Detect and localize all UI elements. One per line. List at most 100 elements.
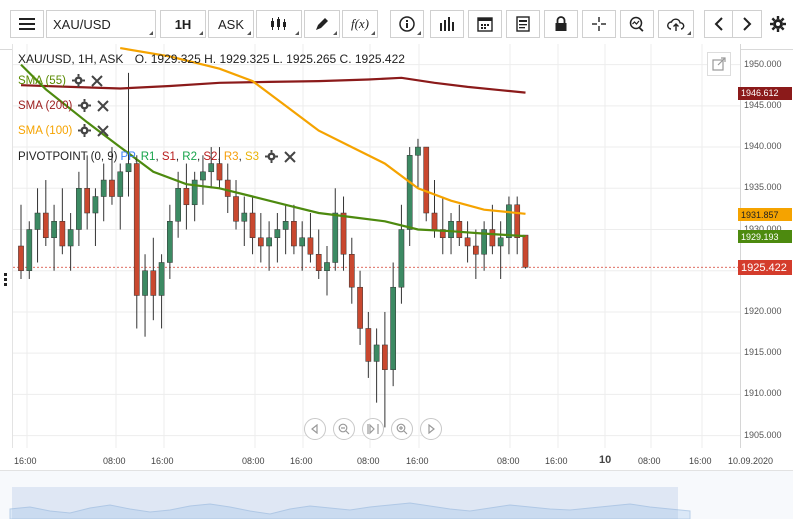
zoom-in-icon: [396, 423, 408, 435]
time-tick-label: 08:00: [242, 456, 265, 466]
candle-body: [415, 146, 421, 156]
gear-icon[interactable]: [265, 150, 279, 163]
candle-body: [506, 204, 512, 239]
time-tick-label: 16:00: [689, 456, 712, 466]
gear-icon[interactable]: [78, 124, 92, 137]
scroll-right-button[interactable]: [732, 10, 762, 38]
scroll-forward-button[interactable]: [420, 418, 442, 440]
instrument-line: XAU/USD, 1H, ASK: [18, 52, 124, 66]
candle-body: [514, 204, 521, 239]
popout-button[interactable]: [707, 52, 731, 76]
lock-button[interactable]: [544, 10, 578, 38]
time-tick-label: 10: [599, 454, 612, 466]
indicator-pivotpoint[interactable]: PIVOTPOINT (0, 9) PP, R1, S1, R2, S2, R3…: [18, 150, 296, 163]
menu-button[interactable]: [10, 10, 44, 38]
pivot-levels: PP, R1, S1, R2, S2, R3, S3: [120, 151, 259, 163]
time-tick-label: 08:00: [497, 456, 520, 466]
timeframe-label: 1H: [174, 16, 192, 32]
candle-body: [109, 179, 115, 197]
reset-view-button[interactable]: [362, 418, 384, 440]
candle-body: [200, 171, 206, 181]
candle-body: [241, 212, 248, 222]
indicator-sma55[interactable]: SMA (55): [18, 74, 103, 87]
volume-button[interactable]: [430, 10, 464, 38]
candle-body: [84, 188, 91, 214]
candle-body: [67, 229, 74, 247]
zoom-out-button[interactable]: [333, 418, 355, 440]
candle-body: [133, 163, 140, 296]
calendar-icon: [477, 17, 493, 32]
zoom-out-icon: [338, 423, 350, 435]
candle-body: [150, 270, 157, 296]
time-tick-label: 16:00: [545, 456, 568, 466]
drawing-tools-button[interactable]: [304, 10, 340, 38]
gear-icon[interactable]: [78, 99, 92, 112]
gear-icon[interactable]: [71, 74, 85, 87]
pane-resize-handle[interactable]: [4, 272, 8, 288]
candlestick-chart[interactable]: [13, 44, 740, 448]
zoom-button[interactable]: [620, 10, 654, 38]
price-axis[interactable]: 1950.000 1945.000 1940.000 1935.000 1930.000…: [740, 44, 793, 448]
upload-button[interactable]: [658, 10, 694, 38]
navigator-selection[interactable]: [12, 487, 678, 519]
scroll-back-button[interactable]: [304, 418, 326, 440]
close-icon[interactable]: [97, 124, 110, 137]
settings-button[interactable]: [766, 10, 790, 38]
pivot-level-label: S3: [244, 150, 260, 163]
news-button[interactable]: [506, 10, 540, 38]
time-tick-label: 16:00: [151, 456, 174, 466]
candle-body: [299, 237, 306, 247]
function-icon: f(x): [350, 16, 370, 31]
price-tick-label: 1950.000: [744, 58, 782, 69]
zoom-in-button[interactable]: [391, 418, 413, 440]
candle-body: [423, 146, 430, 214]
pivot-level-label: R2: [182, 150, 197, 163]
candle-body: [117, 171, 124, 197]
indicator-sma100[interactable]: SMA (100): [18, 124, 110, 137]
crosshair-button[interactable]: [582, 10, 616, 38]
candle-body: [431, 212, 438, 230]
candle-body: [315, 253, 322, 271]
lock-icon: [555, 16, 567, 31]
indicator-label: SMA (200): [18, 99, 73, 112]
candle-body: [208, 163, 215, 173]
indicator-label: SMA (55): [18, 74, 66, 87]
navigator-overview[interactable]: [0, 471, 793, 519]
candle-body: [257, 237, 264, 247]
candle-body: [373, 344, 380, 362]
indicators-button[interactable]: f(x): [342, 10, 378, 38]
reset-icon: [367, 423, 379, 435]
price-tag: 1929.193: [738, 230, 792, 244]
time-axis[interactable]: 16:00 08:00 16:00 08:00 16:00 08:00 16:00 08:00…: [12, 448, 793, 468]
chart-toolbar: XAU/USD 1H ASK f(x): [0, 0, 793, 50]
info-button[interactable]: [390, 10, 424, 38]
indicator-sma200[interactable]: SMA (200): [18, 99, 110, 112]
close-icon[interactable]: [97, 99, 110, 112]
navigator-pane[interactable]: [0, 470, 793, 519]
candle-body: [340, 212, 347, 255]
candle-body: [282, 221, 289, 230]
price-tick-label: 1915.000: [744, 347, 782, 358]
pivot-level-label: R1: [140, 150, 156, 163]
indicator-label: PIVOTPOINT (0, 9): [18, 150, 118, 163]
close-icon[interactable]: [284, 150, 296, 163]
candle-body: [18, 245, 24, 271]
document-icon: [516, 16, 530, 32]
scroll-left-button[interactable]: [704, 10, 734, 38]
candle-body: [142, 270, 148, 296]
chart-navigation-controls: [304, 418, 442, 440]
symbol-selector[interactable]: XAU/USD: [46, 10, 156, 38]
candle-body: [266, 237, 272, 247]
candle-body: [26, 229, 33, 271]
price-side-selector[interactable]: ASK: [208, 10, 254, 38]
zoom-chart-icon: [629, 16, 644, 32]
chart-type-button[interactable]: [256, 10, 302, 38]
candle-body: [76, 188, 82, 230]
candle-body: [406, 155, 413, 230]
timeframe-selector[interactable]: 1H: [160, 10, 206, 38]
candle-body: [158, 262, 165, 296]
chart-plot-area[interactable]: [12, 44, 741, 448]
close-icon[interactable]: [91, 74, 103, 87]
info-icon: [399, 16, 415, 32]
calendar-button[interactable]: [468, 10, 502, 38]
